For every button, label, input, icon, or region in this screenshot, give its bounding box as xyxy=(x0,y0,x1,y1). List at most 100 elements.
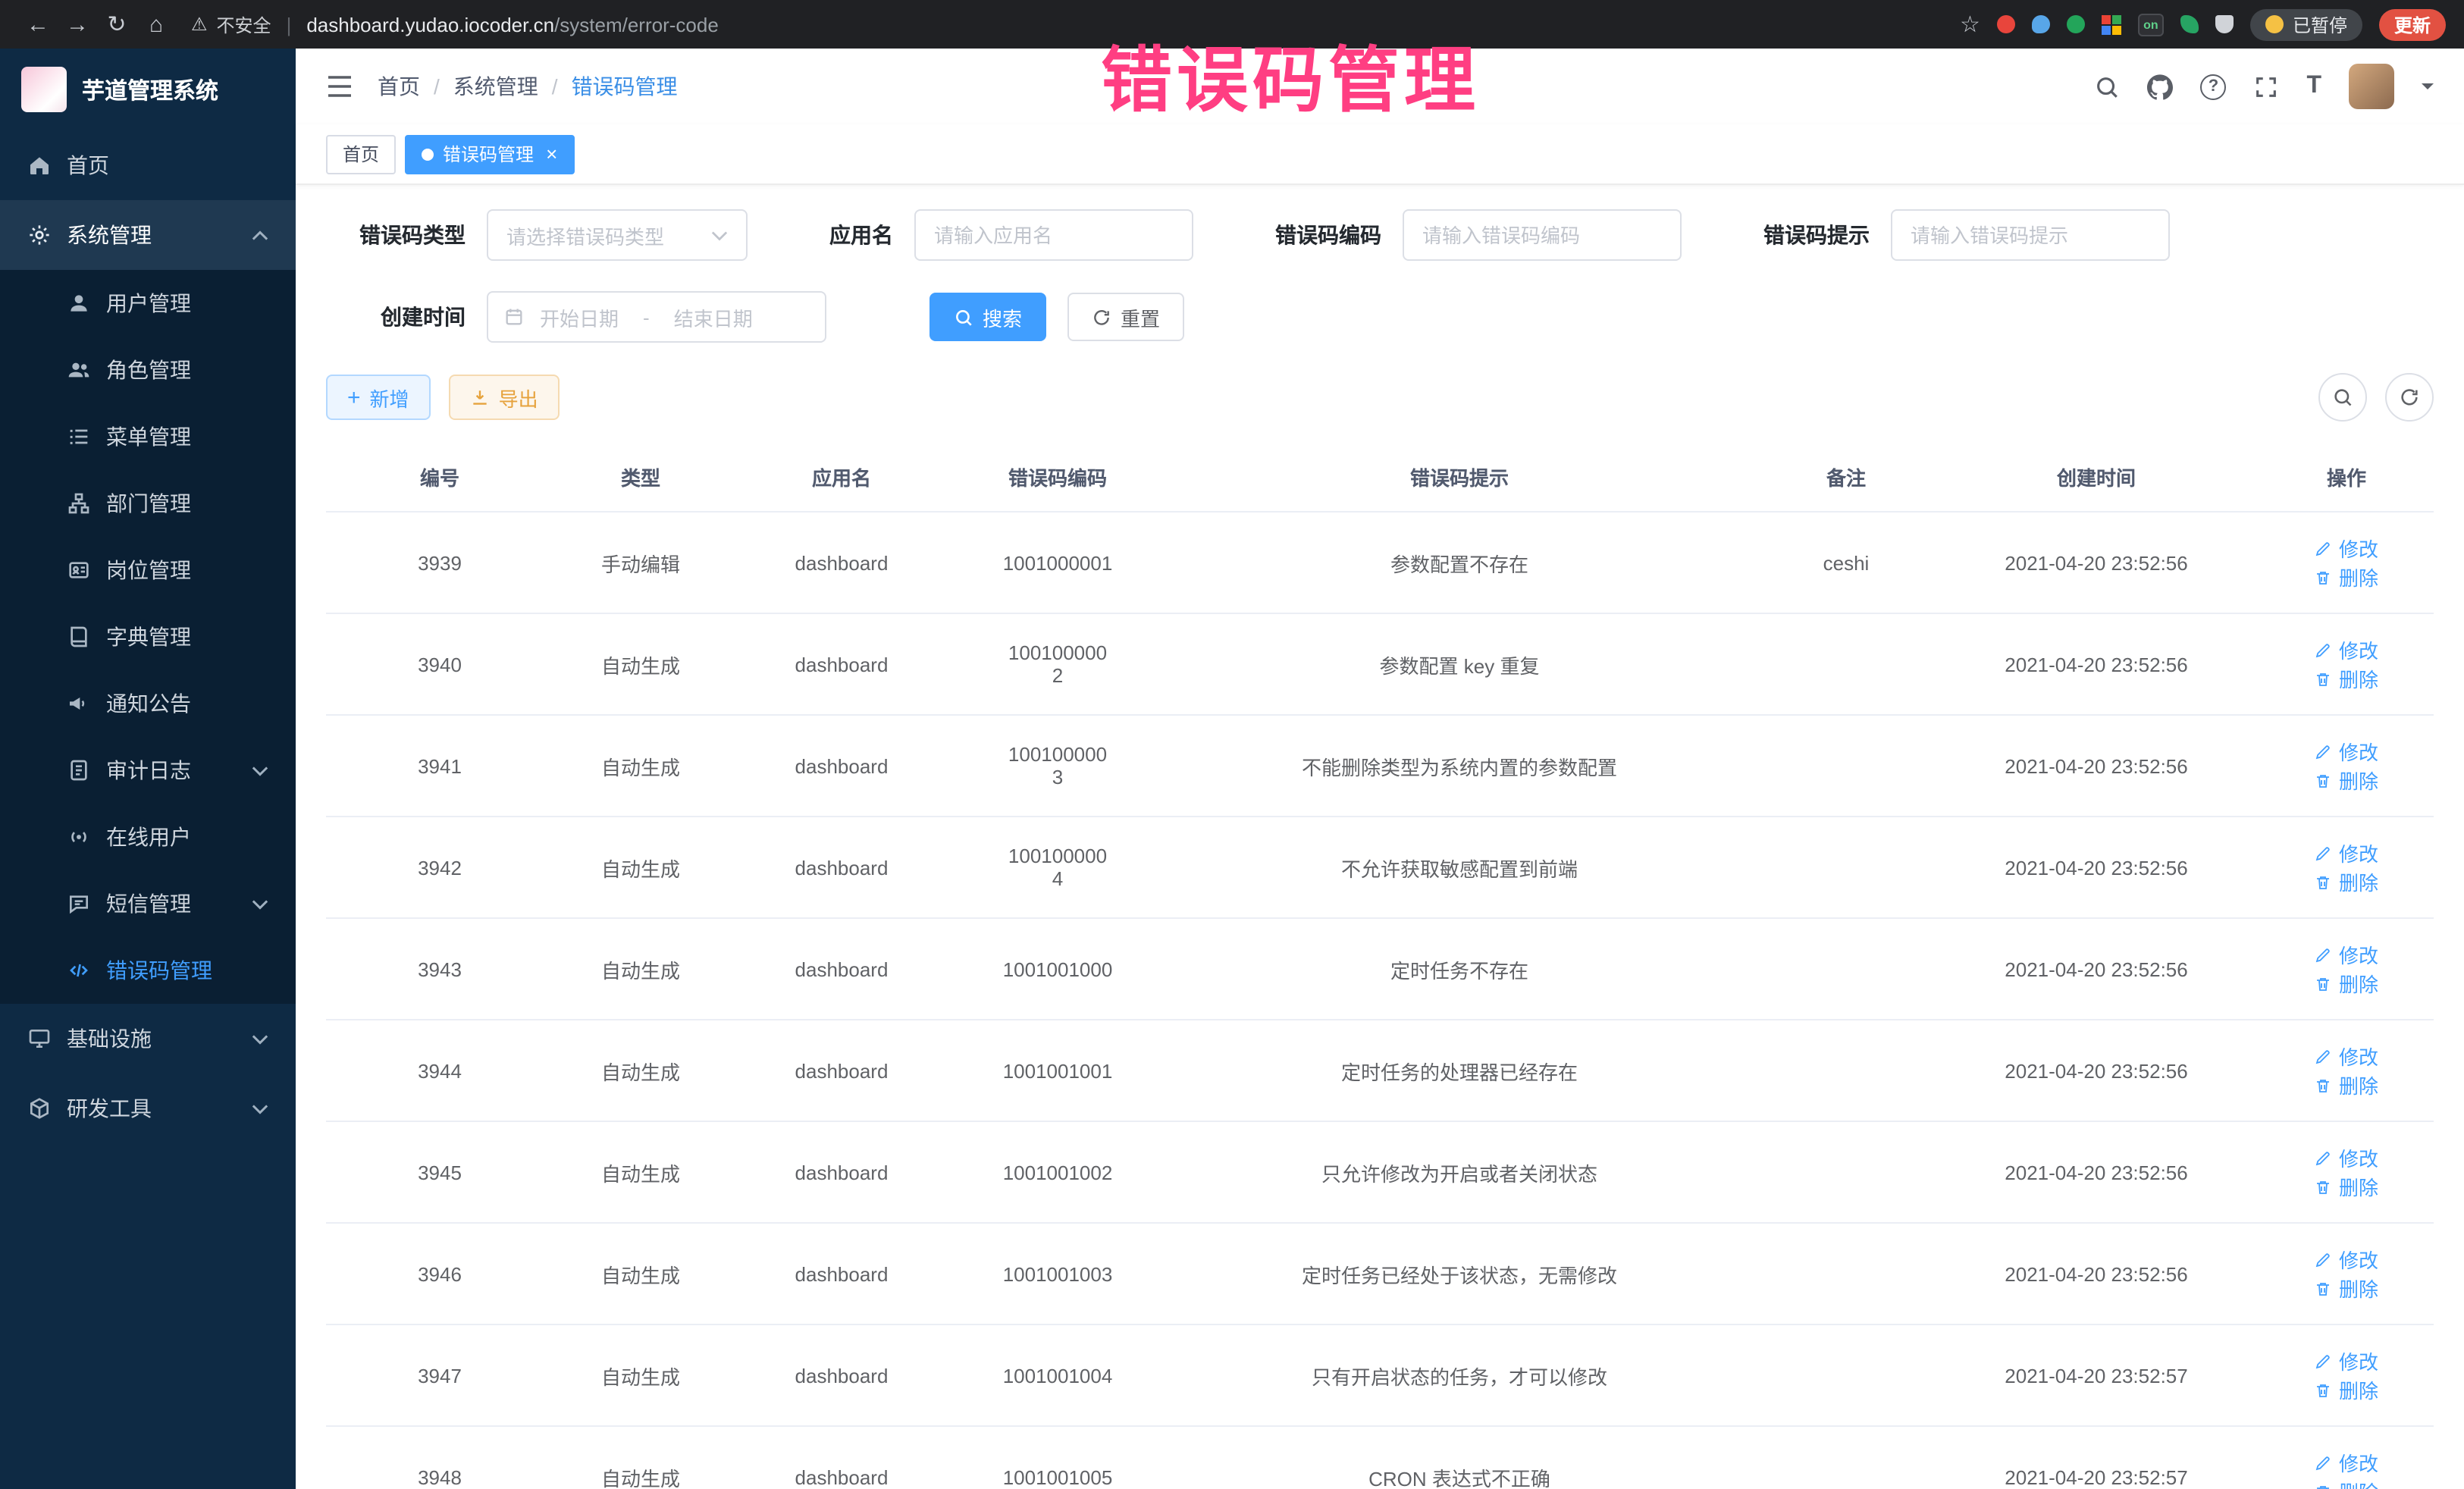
cell-app: dashboard xyxy=(728,613,955,715)
end-date-placeholder: 结束日期 xyxy=(674,303,753,331)
sidebar-item-menu-management[interactable]: 菜单管理 xyxy=(0,403,296,470)
header-actions: ? T xyxy=(2094,64,2434,109)
sidebar-item-user-management[interactable]: 用户管理 xyxy=(0,270,296,337)
edit-link[interactable]: 修改 xyxy=(2315,1346,2378,1375)
browser-back-icon[interactable]: ← xyxy=(18,5,58,44)
trash-icon xyxy=(2315,669,2333,688)
browser-forward-icon[interactable]: → xyxy=(58,5,97,44)
edit-link[interactable]: 修改 xyxy=(2315,737,2378,766)
edit-link[interactable]: 修改 xyxy=(2315,1448,2378,1477)
paused-profile-badge[interactable]: 已暂停 xyxy=(2250,8,2362,40)
browser-reload-icon[interactable]: ↻ xyxy=(97,5,136,44)
app-name-input[interactable] xyxy=(934,224,1174,246)
filter-group-code: 错误码编码 xyxy=(1275,209,1682,261)
delete-link[interactable]: 删除 xyxy=(2315,1172,2378,1201)
tab-error-code-management[interactable]: 错误码管理 × xyxy=(405,134,574,174)
cell-app: dashboard xyxy=(728,1324,955,1426)
add-button[interactable]: + 新增 xyxy=(326,375,431,420)
pin-extension-icon[interactable] xyxy=(2215,15,2234,33)
edit-link[interactable]: 修改 xyxy=(2315,1143,2378,1172)
sidebar-item-audit-log[interactable]: 审计日志 xyxy=(0,737,296,804)
export-button-label: 导出 xyxy=(499,383,538,412)
sidebar-item-online-users[interactable]: 在线用户 xyxy=(0,804,296,870)
breadcrumb-home[interactable]: 首页 xyxy=(378,71,420,102)
show-search-toggle-button[interactable] xyxy=(2318,373,2367,422)
error-code-table: 编号 类型 应用名 错误码编码 错误码提示 备注 创建时间 操作 3939 xyxy=(326,443,2434,1489)
bookmark-star-icon[interactable]: ☆ xyxy=(1960,11,1980,38)
record-extension-icon[interactable] xyxy=(1997,15,2015,33)
sidebar-item-notice[interactable]: 通知公告 xyxy=(0,670,296,737)
sidebar-item-sms-management[interactable]: 短信管理 xyxy=(0,870,296,937)
tab-close-icon[interactable]: × xyxy=(546,144,557,164)
avatar-caret-icon[interactable] xyxy=(2422,83,2434,96)
cell-code: 1001001000 xyxy=(955,918,1160,1020)
address-bar[interactable]: ⚠ 不安全 | dashboard.yudao.iocoder.cn/syste… xyxy=(191,5,1945,44)
browser-home-icon[interactable]: ⌂ xyxy=(136,5,176,44)
edit-link[interactable]: 修改 xyxy=(2315,839,2378,867)
leaf-extension-icon[interactable] xyxy=(2180,15,2199,33)
filter-row-2: 创建时间 开始日期 - 结束日期 搜索 xyxy=(326,291,2434,343)
delete-link[interactable]: 删除 xyxy=(2315,563,2378,591)
delete-link[interactable]: 删除 xyxy=(2315,1375,2378,1404)
delete-link[interactable]: 删除 xyxy=(2315,1274,2378,1302)
delete-link[interactable]: 删除 xyxy=(2315,766,2378,795)
table-row: 3943 自动生成 dashboard 1001001000 定时任务不存在 2… xyxy=(326,918,2434,1020)
url-text[interactable]: dashboard.yudao.iocoder.cn/system/error-… xyxy=(306,13,718,36)
date-range-picker[interactable]: 开始日期 - 结束日期 xyxy=(487,291,826,343)
cell-time: 2021-04-20 23:52:56 xyxy=(1933,613,2259,715)
sidebar-item-post-management[interactable]: 岗位管理 xyxy=(0,537,296,603)
breadcrumb-system[interactable]: 系统管理 xyxy=(453,71,538,102)
sidebar-item-dict-management[interactable]: 字典管理 xyxy=(0,603,296,670)
tab-home[interactable]: 首页 xyxy=(326,134,396,174)
sidebar-item-infrastructure[interactable]: 基础设施 xyxy=(0,1004,296,1074)
check-extension-icon[interactable] xyxy=(2067,15,2085,33)
search-button[interactable]: 搜索 xyxy=(929,293,1046,341)
delete-link[interactable]: 删除 xyxy=(2315,1477,2378,1489)
table-row: 3944 自动生成 dashboard 1001001001 定时任务的处理器已… xyxy=(326,1020,2434,1121)
cell-hint: 不允许获取敏感配置到前端 xyxy=(1160,817,1759,918)
sidebar-item-dev-tools[interactable]: 研发工具 xyxy=(0,1074,296,1143)
delete-link[interactable]: 删除 xyxy=(2315,664,2378,693)
delete-link[interactable]: 删除 xyxy=(2315,867,2378,896)
cell-id: 3945 xyxy=(326,1121,553,1223)
edit-link[interactable]: 修改 xyxy=(2315,1245,2378,1274)
badge-extension-icon[interactable]: on xyxy=(2138,13,2164,36)
reset-button[interactable]: 重置 xyxy=(1067,293,1184,341)
browser-update-button[interactable]: 更新 xyxy=(2379,8,2446,40)
table-row: 3946 自动生成 dashboard 1001001003 定时任务已经处于该… xyxy=(326,1223,2434,1324)
cell-app: dashboard xyxy=(728,918,955,1020)
sidebar-item-system-management[interactable]: 系统管理 xyxy=(0,200,296,270)
error-hint-input[interactable] xyxy=(1911,224,2150,246)
edit-link[interactable]: 修改 xyxy=(2315,940,2378,969)
error-code-input[interactable] xyxy=(1422,224,1662,246)
delete-link[interactable]: 删除 xyxy=(2315,1071,2378,1099)
sidebar-item-department-management[interactable]: 部门管理 xyxy=(0,470,296,537)
export-button[interactable]: 导出 xyxy=(449,375,560,420)
edit-link[interactable]: 修改 xyxy=(2315,1042,2378,1071)
user-avatar[interactable] xyxy=(2349,64,2394,109)
cell-type: 自动生成 xyxy=(553,1020,728,1121)
col-header-hint: 错误码提示 xyxy=(1160,443,1759,512)
error-type-select[interactable]: 请选择错误码类型 xyxy=(487,209,748,261)
edit-pencil-icon xyxy=(2315,742,2333,760)
refresh-table-button[interactable] xyxy=(2385,373,2434,422)
font-size-icon[interactable]: T xyxy=(2306,73,2321,100)
sidebar-item-error-code-management[interactable]: 错误码管理 xyxy=(0,937,296,1004)
table-row: 3940 自动生成 dashboard 100100000 2 参数配置 key… xyxy=(326,613,2434,715)
cell-type: 自动生成 xyxy=(553,918,728,1020)
help-icon[interactable]: ? xyxy=(2200,74,2226,99)
fullscreen-icon[interactable] xyxy=(2253,74,2279,99)
github-icon[interactable] xyxy=(2147,74,2173,99)
apps-grid-extension-icon[interactable] xyxy=(2102,14,2121,34)
sidebar-item-role-management[interactable]: 角色管理 xyxy=(0,337,296,403)
search-icon[interactable] xyxy=(2094,74,2120,99)
chat-bubble-icon xyxy=(67,892,91,916)
hamburger-icon[interactable] xyxy=(326,74,353,99)
sidebar-item-home[interactable]: 首页 xyxy=(0,130,296,200)
delete-link[interactable]: 删除 xyxy=(2315,969,2378,998)
colorpicker-extension-icon[interactable] xyxy=(2032,15,2050,33)
edit-link[interactable]: 修改 xyxy=(2315,635,2378,664)
cell-remark xyxy=(1759,1426,1933,1489)
edit-link[interactable]: 修改 xyxy=(2315,534,2378,563)
sidebar-logo[interactable]: 芋道管理系统 xyxy=(0,49,296,130)
